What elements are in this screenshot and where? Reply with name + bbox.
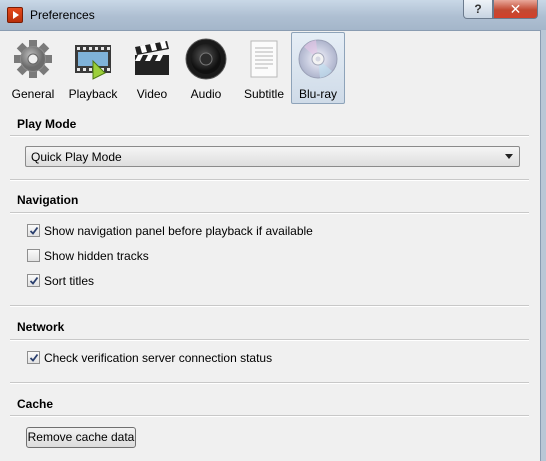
play-mode-divider bbox=[10, 135, 529, 137]
tab-playback[interactable]: Playback bbox=[64, 32, 122, 104]
network-heading: Network bbox=[17, 320, 65, 334]
tab-video[interactable]: Video bbox=[128, 32, 176, 104]
film-play-icon bbox=[75, 45, 111, 80]
category-toolbar: General Playback Video Audio Subtitle Bl… bbox=[10, 32, 350, 106]
document-icon bbox=[250, 40, 278, 78]
tab-general[interactable]: General bbox=[10, 32, 56, 104]
sort-titles-checkbox[interactable] bbox=[27, 274, 40, 287]
chevron-down-icon bbox=[505, 154, 513, 159]
tab-blu-ray[interactable]: Blu-ray bbox=[291, 32, 345, 104]
checkmark-icon bbox=[29, 353, 39, 362]
network-divider bbox=[10, 339, 529, 341]
section-divider bbox=[10, 179, 529, 181]
help-button[interactable]: ? bbox=[463, 0, 493, 19]
tab-audio[interactable]: Audio bbox=[183, 32, 229, 104]
checkmark-icon bbox=[29, 276, 39, 285]
window-frame-edge bbox=[540, 30, 546, 461]
show-hidden-tracks-label: Show hidden tracks bbox=[44, 249, 149, 263]
check-verification-label: Check verification server connection sta… bbox=[44, 351, 273, 365]
tab-video-label: Video bbox=[136, 87, 168, 101]
window-title: Preferences bbox=[30, 8, 95, 22]
close-button[interactable]: ✕ bbox=[493, 0, 538, 19]
tab-blu-ray-label: Blu-ray bbox=[298, 87, 337, 101]
cache-heading: Cache bbox=[17, 397, 54, 411]
checkmark-icon bbox=[29, 226, 39, 235]
title-bar: Preferences ? ✕ bbox=[0, 0, 546, 31]
app-icon bbox=[7, 7, 23, 23]
preferences-window: Preferences ? ✕ General Playback Video A… bbox=[0, 0, 546, 461]
play-mode-select[interactable]: Quick Play Mode bbox=[25, 146, 520, 167]
tab-subtitle-label: Subtitle bbox=[243, 87, 285, 101]
speaker-icon bbox=[185, 38, 227, 80]
tab-general-label: General bbox=[11, 87, 55, 101]
play-mode-heading: Play Mode bbox=[17, 117, 77, 131]
show-navigation-panel-label: Show navigation panel before playback if… bbox=[44, 224, 313, 238]
play-mode-selected-value: Quick Play Mode bbox=[31, 150, 122, 164]
cache-divider bbox=[10, 415, 529, 417]
tab-subtitle[interactable]: Subtitle bbox=[239, 32, 289, 104]
gear-icon bbox=[14, 40, 52, 78]
sort-titles-label: Sort titles bbox=[44, 274, 95, 288]
disc-icon bbox=[298, 39, 338, 79]
clapperboard-icon bbox=[135, 41, 169, 75]
show-navigation-panel-checkbox[interactable] bbox=[27, 224, 40, 237]
navigation-heading: Navigation bbox=[17, 193, 79, 207]
check-verification-checkbox[interactable] bbox=[27, 351, 40, 364]
tab-audio-label: Audio bbox=[190, 87, 222, 101]
section-divider bbox=[10, 305, 529, 307]
remove-cache-button[interactable]: Remove cache data bbox=[26, 427, 136, 448]
tab-playback-label: Playback bbox=[68, 87, 118, 101]
navigation-divider bbox=[10, 212, 529, 214]
section-divider bbox=[10, 382, 529, 384]
show-hidden-tracks-checkbox[interactable] bbox=[27, 249, 40, 262]
